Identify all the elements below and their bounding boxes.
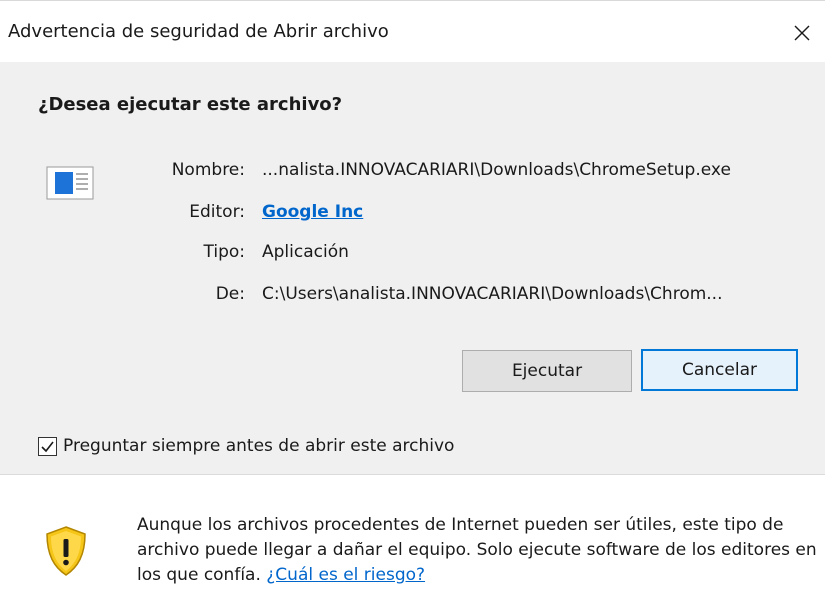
checkmark-icon bbox=[41, 441, 54, 452]
security-warning-dialog: Advertencia de seguridad de Abrir archiv… bbox=[0, 0, 825, 615]
main-content: ¿Desea ejecutar este archivo? Nombre: ..… bbox=[0, 62, 825, 474]
info-row-publisher: Editor: Google Inc bbox=[0, 202, 825, 226]
window-title: Advertencia de seguridad de Abrir archiv… bbox=[8, 21, 389, 42]
name-label: Nombre: bbox=[171, 160, 245, 180]
warning-text: Aunque los archivos procedentes de Inter… bbox=[137, 515, 817, 585]
always-ask-row: Preguntar siempre antes de abrir este ar… bbox=[38, 434, 454, 458]
publisher-link[interactable]: Google Inc bbox=[262, 202, 363, 222]
info-row-name: Nombre: ...nalista.INNOVACARIARI\Downloa… bbox=[0, 160, 825, 184]
risk-link[interactable]: ¿Cuál es el riesgo? bbox=[266, 565, 425, 585]
run-button[interactable]: Ejecutar bbox=[462, 350, 632, 392]
type-label: Tipo: bbox=[203, 242, 245, 262]
info-row-from: De: C:\Users\analista.INNOVACARIARI\Down… bbox=[0, 284, 825, 308]
title-bar: Advertencia de seguridad de Abrir archiv… bbox=[0, 0, 825, 62]
warning-message: Aunque los archivos procedentes de Inter… bbox=[137, 513, 817, 588]
from-label: De: bbox=[215, 284, 245, 304]
warning-section: Aunque los archivos procedentes de Inter… bbox=[0, 475, 825, 615]
question-heading: ¿Desea ejecutar este archivo? bbox=[38, 94, 343, 115]
shield-warning-icon bbox=[46, 526, 86, 576]
cancel-button[interactable]: Cancelar bbox=[641, 349, 798, 391]
always-ask-label[interactable]: Preguntar siempre antes de abrir este ar… bbox=[63, 436, 454, 456]
always-ask-checkbox[interactable] bbox=[38, 436, 57, 456]
name-value: ...nalista.INNOVACARIARI\Downloads\Chrom… bbox=[262, 160, 731, 180]
info-row-type: Tipo: Aplicación bbox=[0, 242, 825, 266]
close-button[interactable] bbox=[779, 11, 825, 55]
from-value: C:\Users\analista.INNOVACARIARI\Download… bbox=[262, 284, 723, 304]
publisher-label: Editor: bbox=[189, 202, 245, 222]
close-icon bbox=[794, 25, 810, 41]
type-value: Aplicación bbox=[262, 242, 349, 262]
